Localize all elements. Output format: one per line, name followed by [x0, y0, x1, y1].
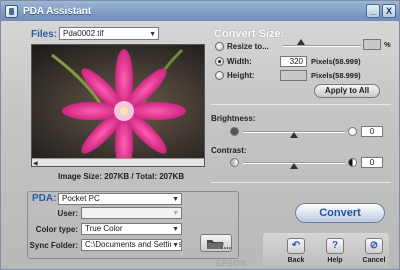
files-label: Files: [31, 29, 58, 40]
brightness-low-icon [230, 127, 239, 136]
resize-slider-thumb[interactable] [297, 39, 305, 45]
image-size-text: Image Size: 207KB / Total: 207KB [58, 172, 185, 181]
flower-image [32, 45, 204, 166]
files-selected-value: Pda0002.tif [63, 29, 104, 38]
brightness-slider-thumb[interactable] [290, 132, 298, 138]
sync-folder-value: C:\Documents and Settings [85, 240, 182, 249]
help-button[interactable]: ? [326, 238, 344, 254]
help-label: Help [327, 257, 343, 264]
width-radio[interactable] [215, 57, 224, 66]
color-type-label: Color type: [35, 225, 78, 234]
sync-folder-label: Sync Folder: [29, 241, 78, 250]
window-title: PDA Assistant [23, 5, 92, 17]
cancel-button[interactable]: ⊘ [365, 238, 383, 254]
pda-device-value: Pocket PC [62, 194, 100, 203]
pda-assistant-window: PDA Assistant _ X Files: Pda0002.tif ▼ ◀… [0, 0, 400, 270]
contrast-label: Contrast: [211, 146, 247, 155]
chevron-down-icon: ▼ [171, 241, 179, 250]
convert-button[interactable]: Convert [295, 203, 385, 223]
width-label: Width: [227, 57, 252, 66]
chevron-down-icon: ▼ [172, 196, 179, 203]
files-dropdown[interactable]: Pda0002.tif ▼ [59, 27, 159, 40]
app-icon [5, 4, 18, 18]
cancel-label: Cancel [362, 257, 386, 264]
help-icon: ? [331, 240, 339, 251]
image-preview: ▲ ▼ ◀ ▶ [31, 44, 205, 167]
close-button[interactable]: X [382, 4, 396, 18]
divider [211, 182, 391, 183]
pda-label: PDA: [32, 193, 57, 204]
epson-logo: EPSON [216, 259, 247, 268]
chevron-down-icon: ▼ [149, 31, 156, 38]
preview-horizontal-scrollbar[interactable]: ◀ ▶ [32, 158, 204, 166]
contrast-high-icon [348, 158, 357, 167]
apply-to-all-button[interactable]: Apply to All [314, 84, 380, 98]
back-button[interactable]: ↶ [287, 238, 305, 254]
convert-size-label: Convert Size: [214, 28, 285, 40]
back-icon: ↶ [291, 240, 301, 251]
resize-radio[interactable] [215, 42, 224, 51]
resize-slider-track[interactable] [283, 45, 361, 47]
height-radio[interactable] [215, 71, 224, 80]
title-bar[interactable]: PDA Assistant _ X [1, 1, 399, 21]
color-type-dropdown[interactable]: True Color ▼ [81, 223, 182, 235]
resize-label: Resize to... [227, 42, 269, 51]
resize-percent-field[interactable] [363, 39, 381, 50]
divider [211, 104, 391, 105]
color-type-value: True Color [85, 224, 123, 233]
brightness-value-field[interactable]: 0 [361, 126, 383, 137]
height-label: Height: [227, 71, 255, 80]
sync-folder-dropdown[interactable]: C:\Documents and Settings ▼ [81, 239, 182, 251]
browse-folder-button[interactable] [200, 234, 232, 252]
contrast-value-field[interactable]: 0 [361, 157, 383, 168]
brightness-high-icon [348, 127, 357, 136]
contrast-low-icon [230, 158, 239, 167]
chevron-down-icon: ▼ [172, 226, 179, 233]
brightness-label: Brightness: [211, 114, 256, 123]
scroll-left-icon[interactable]: ◀ [33, 160, 38, 166]
cancel-icon: ⊘ [369, 240, 379, 251]
folder-icon [207, 240, 231, 249]
height-unit-text: Pixels(58.999) [311, 71, 361, 80]
pda-device-dropdown[interactable]: Pocket PC ▼ [58, 193, 182, 205]
contrast-slider-thumb[interactable] [290, 163, 298, 169]
width-unit-text: Pixels(58.999) [311, 57, 361, 66]
user-label: User: [57, 209, 78, 218]
minimize-button[interactable]: _ [366, 4, 380, 18]
chevron-down-icon: ▼ [172, 210, 179, 217]
height-field[interactable] [280, 70, 307, 81]
back-label: Back [287, 257, 305, 264]
resize-percent-unit: % [384, 40, 391, 49]
width-field[interactable]: 320 [280, 56, 307, 67]
user-dropdown[interactable]: ▼ [81, 207, 182, 219]
